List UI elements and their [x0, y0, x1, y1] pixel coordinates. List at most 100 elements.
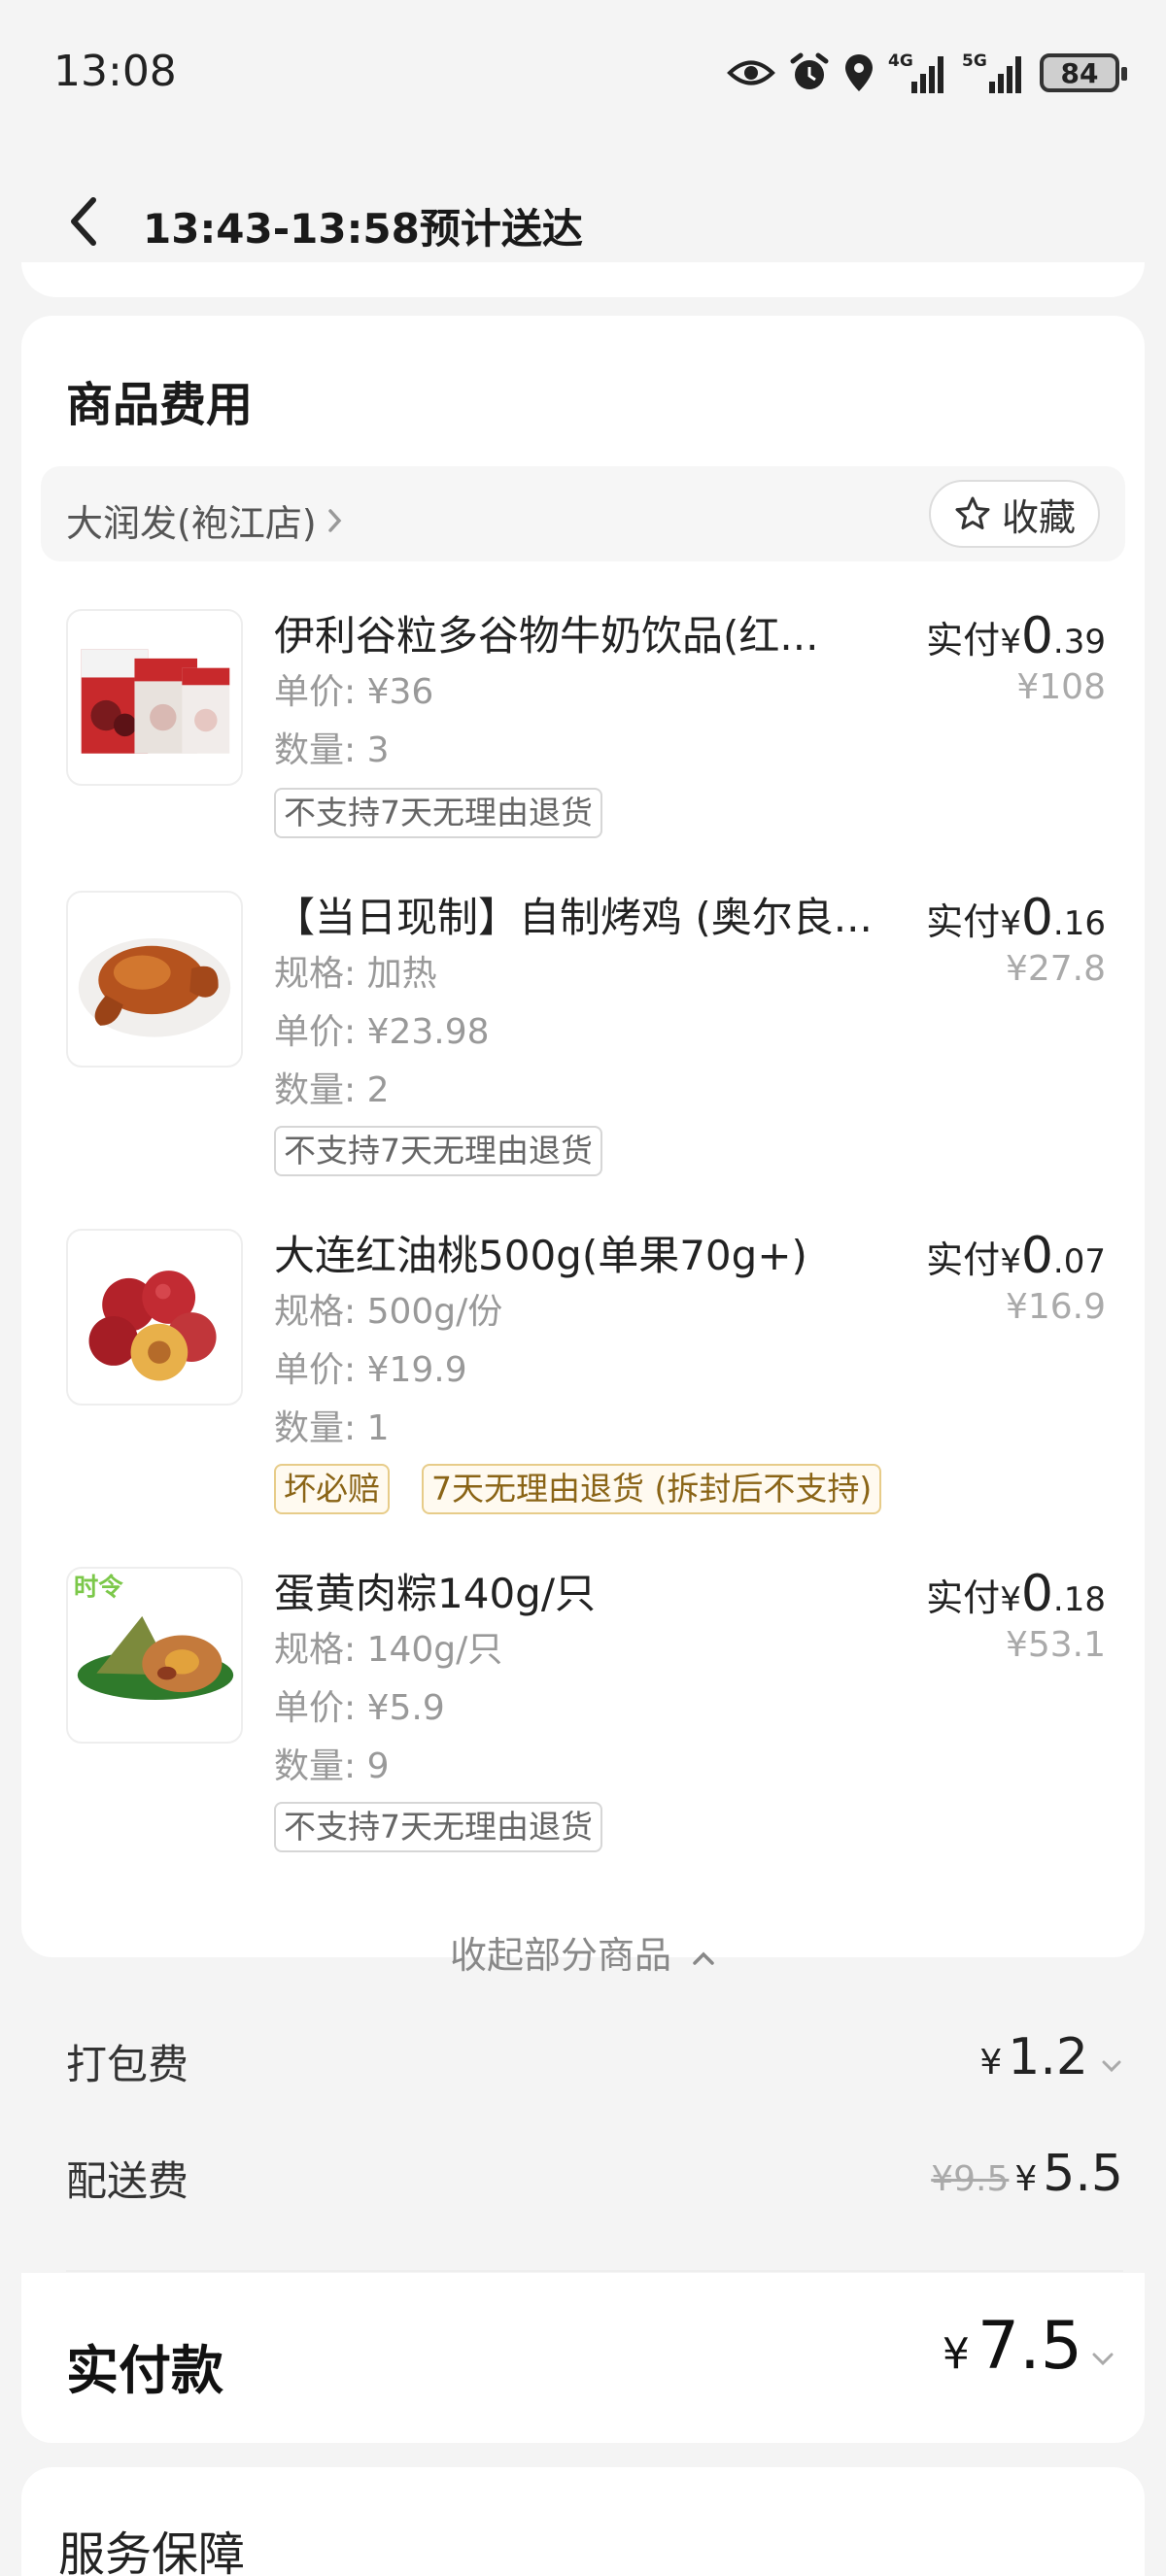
page-title: 13:43-13:58预计送达	[143, 205, 583, 253]
battery-level: 84	[1060, 56, 1099, 89]
store-link[interactable]: 大润发(袍江店)	[66, 493, 344, 547]
original-price: ¥27.8	[1005, 949, 1106, 989]
chevron-right-icon	[327, 508, 342, 532]
return-policy-tag: 不支持7天无理由退货	[274, 788, 602, 838]
paid-dec: .16	[1052, 904, 1106, 943]
product-name: 蛋黄肉粽140g/只	[274, 1570, 596, 1617]
product-quantity: 数量: 2	[274, 1070, 390, 1110]
divider	[66, 2270, 1123, 2272]
total-value[interactable]: ¥ 7.5	[943, 2308, 1115, 2385]
paid-price: 实付¥0.16	[926, 891, 1106, 951]
product-fees-card: 商品费用 大润发(袍江店) 收藏 伊利谷粒多谷物牛奶饮品(红... 单价: ¥3…	[21, 316, 1145, 2205]
currency: ¥	[979, 2043, 1003, 2083]
product-item[interactable]: 【当日现制】自制烤鸡 (奥尔良... 规格: 加热 单价: ¥23.98 数量:…	[66, 891, 1106, 1192]
product-unit-price: 单价: ¥5.9	[274, 1688, 445, 1728]
currency: ¥	[1000, 904, 1021, 943]
status-icons: 4G 5G 84	[727, 49, 1127, 97]
return-policy-tag: 不支持7天无理由退货	[274, 1802, 602, 1852]
product-item[interactable]: 伊利谷粒多谷物牛奶饮品(红... 单价: ¥36 数量: 3 不支持7天无理由退…	[66, 609, 1106, 900]
packing-fee-amount: 1.2	[1008, 2028, 1088, 2086]
paid-label: 实付	[926, 1238, 1001, 1281]
collapse-items-button[interactable]: 收起部分商品	[21, 1925, 1145, 1979]
previous-card-edge	[21, 262, 1145, 297]
service-title: 服务保障	[58, 2527, 246, 2576]
product-unit-price: 单价: ¥36	[274, 672, 434, 712]
collapse-label: 收起部分商品	[449, 1934, 671, 1977]
star-icon	[955, 496, 990, 529]
total-label: 实付款	[66, 2340, 223, 2401]
packing-fee-value: ¥ 1.2	[979, 2028, 1123, 2086]
currency: ¥	[1000, 1580, 1021, 1619]
delivery-fee-amount: 5.5	[1043, 2145, 1123, 2203]
signal-5g-label: 5G	[962, 51, 987, 71]
paid-dec: .39	[1052, 623, 1106, 661]
paid-price: 实付¥0.07	[926, 1229, 1106, 1289]
currency: ¥	[1014, 2159, 1038, 2199]
product-name: 伊利谷粒多谷物牛奶饮品(红...	[274, 612, 819, 660]
milk-box-icon	[66, 609, 243, 786]
seasonal-badge: 时令	[74, 1572, 123, 1601]
product-quantity: 数量: 3	[274, 730, 390, 770]
status-time: 13:08	[53, 47, 177, 96]
signal-4g-label: 4G	[888, 51, 913, 71]
battery-indicator: 84	[1040, 53, 1127, 92]
chevron-up-icon	[693, 1951, 714, 1965]
product-spec: 规格: 加热	[274, 954, 437, 994]
paid-dec: .18	[1052, 1580, 1106, 1619]
eye-icon	[727, 60, 775, 85]
store-name: 大润发(袍江店)	[66, 502, 317, 545]
store-bar: 大润发(袍江店) 收藏	[41, 466, 1125, 561]
product-quantity: 数量: 9	[274, 1746, 390, 1786]
favorite-button[interactable]: 收藏	[929, 480, 1100, 548]
delivery-fee-original: ¥9.5	[931, 2159, 1010, 2199]
paid-int: 0	[1020, 1227, 1053, 1285]
back-arrow-icon[interactable]	[60, 192, 109, 251]
packing-fee-label: 打包费	[66, 2041, 189, 2088]
product-spec: 规格: 140g/只	[274, 1630, 503, 1670]
signal-4g-icon: 4G	[888, 51, 943, 93]
delivery-fee-label: 配送费	[66, 2157, 189, 2205]
nectarine-icon	[66, 1229, 243, 1406]
roast-chicken-icon	[66, 891, 243, 1068]
chevron-down-icon	[1102, 2060, 1121, 2073]
paid-label: 实付	[926, 900, 1001, 943]
favorite-label: 收藏	[1001, 495, 1076, 539]
currency: ¥	[942, 2329, 970, 2379]
currency: ¥	[1000, 1242, 1021, 1281]
product-name: 【当日现制】自制烤鸡 (奥尔良...	[274, 894, 873, 941]
product-item[interactable]: 时令 蛋黄肉粽140g/只 规格: 140g/只 单价: ¥5.9 数量: 9 …	[66, 1567, 1106, 1868]
product-quantity: 数量: 1	[274, 1408, 390, 1448]
paid-label: 实付	[926, 619, 1001, 661]
zongzi-icon: 时令	[66, 1567, 243, 1744]
paid-dec: .07	[1052, 1242, 1106, 1281]
chevron-down-icon	[1092, 2353, 1114, 2366]
alarm-icon	[790, 52, 829, 89]
delivery-fee-value: ¥9.5 ¥ 5.5	[931, 2145, 1123, 2203]
total-amount: 7.5	[977, 2308, 1082, 2385]
return-policy-tag: 不支持7天无理由退货	[274, 1126, 602, 1176]
location-icon	[845, 54, 873, 91]
original-price: ¥108	[1016, 667, 1106, 707]
paid-int: 0	[1020, 1565, 1053, 1623]
product-item[interactable]: 大连红油桃500g(单果70g+) 规格: 500g/份 单价: ¥19.9 数…	[66, 1229, 1106, 1530]
product-unit-price: 单价: ¥23.98	[274, 1012, 490, 1052]
product-name: 大连红油桃500g(单果70g+)	[274, 1232, 807, 1279]
signal-5g-icon: 5G	[962, 51, 1021, 93]
paid-price: 实付¥0.18	[926, 1567, 1106, 1627]
product-unit-price: 单价: ¥19.9	[274, 1350, 467, 1390]
paid-int: 0	[1020, 889, 1053, 947]
product-spec: 规格: 500g/份	[274, 1292, 503, 1332]
service-guarantee-card: 服务保障	[21, 2467, 1145, 2576]
paid-int: 0	[1020, 607, 1053, 665]
status-bar: 13:08 4G 5G 84	[0, 0, 1166, 146]
original-price: ¥16.9	[1005, 1287, 1106, 1327]
card-title: 商品费用	[66, 378, 254, 432]
paid-label: 实付	[926, 1576, 1001, 1619]
paid-price: 实付¥0.39	[926, 609, 1106, 669]
total-section: 实付款 ¥ 7.5	[21, 2273, 1145, 2443]
guarantee-tag: 坏必赔	[274, 1464, 390, 1514]
nav-bar: 13:43-13:58预计送达	[0, 165, 1166, 277]
return-policy-tag: 7天无理由退货 (拆封后不支持)	[422, 1464, 882, 1514]
original-price: ¥53.1	[1005, 1625, 1106, 1665]
currency: ¥	[1000, 623, 1021, 661]
